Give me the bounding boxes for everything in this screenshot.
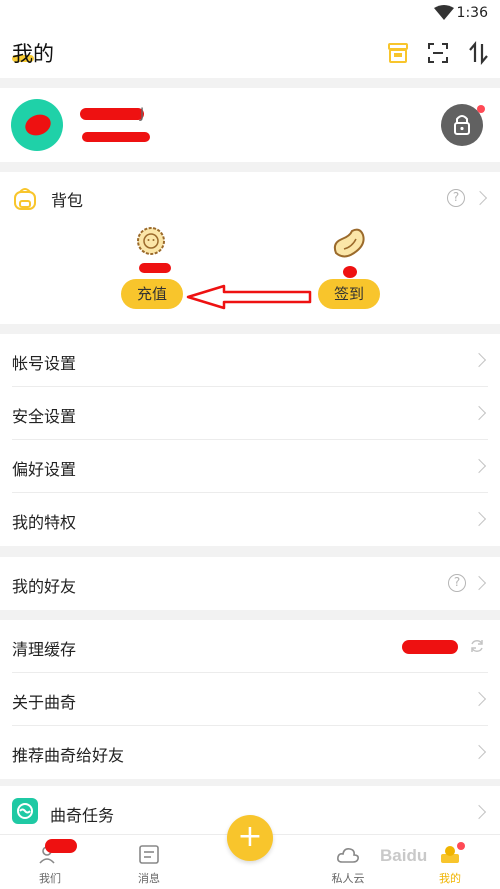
status-bar: 1:36: [0, 0, 500, 28]
backpack-title: 背包: [51, 191, 84, 210]
security-settings-label: 安全设置: [12, 407, 77, 426]
redacted-user-id: [82, 132, 150, 142]
sort-icon[interactable]: [466, 40, 492, 66]
avatar[interactable]: [11, 99, 63, 151]
clear-cache-item[interactable]: 清理缓存: [0, 620, 500, 673]
plus-icon: +: [237, 819, 263, 854]
chevron-right-icon: [471, 405, 487, 421]
chevron-right-icon: [471, 575, 487, 591]
settings-group-app: 清理缓存 关于曲奇 推荐曲奇给好友: [0, 620, 500, 779]
security-settings-item[interactable]: 安全设置: [0, 387, 500, 440]
backpack-card: 背包 ? 充值 签到: [0, 172, 500, 324]
settings-group-account: 帐号设置 安全设置 偏好设置 我的特权: [0, 334, 500, 546]
preference-settings-label: 偏好设置: [12, 460, 77, 479]
refresh-icon: [471, 640, 483, 652]
nav-label: 消息: [138, 872, 160, 885]
username-suffix: J: [140, 106, 145, 122]
nav-label: 我们: [39, 872, 61, 885]
coin-icon: [137, 227, 165, 255]
account-settings-item[interactable]: 帐号设置: [0, 334, 500, 387]
shop-icon[interactable]: [385, 40, 411, 66]
add-button[interactable]: +: [227, 815, 273, 861]
redaction-mark: [45, 839, 77, 853]
recommend-label: 推荐曲奇给好友: [12, 746, 125, 765]
cloud-icon: [337, 848, 359, 863]
notification-dot: [457, 842, 465, 850]
message-icon: [139, 845, 159, 864]
tasks-label: 曲奇任务: [50, 806, 115, 825]
friends-item[interactable]: 我的好友 ?: [0, 557, 500, 610]
profile-card[interactable]: J: [0, 88, 500, 162]
redacted-coin-balance: [139, 263, 171, 273]
nav-tab-messages[interactable]: 消息: [109, 835, 189, 889]
page-title: 我的: [12, 42, 54, 66]
checkin-button[interactable]: 签到: [318, 279, 380, 309]
privileges-item[interactable]: 我的特权: [0, 493, 500, 546]
clear-cache-label: 清理缓存: [12, 640, 77, 659]
recharge-button[interactable]: 充值: [121, 279, 183, 309]
recommend-item[interactable]: 推荐曲奇给好友: [0, 726, 500, 779]
chevron-right-icon[interactable]: [472, 190, 488, 206]
about-label: 关于曲奇: [12, 693, 77, 712]
annotation-arrow: [186, 284, 312, 310]
chevron-right-icon: [471, 804, 487, 820]
settings-group-friends: 我的好友 ?: [0, 557, 500, 610]
notification-dot: [477, 105, 485, 113]
redacted-bean-balance: [343, 266, 357, 278]
task-icon: [12, 798, 38, 824]
preference-settings-item[interactable]: 偏好设置: [0, 440, 500, 493]
help-icon[interactable]: ?: [448, 574, 466, 592]
chevron-right-icon: [471, 511, 487, 527]
chevron-right-icon: [471, 458, 487, 474]
help-icon[interactable]: ?: [447, 189, 465, 207]
redaction-mark: [22, 111, 54, 139]
account-settings-label: 帐号设置: [12, 354, 77, 373]
watermark: Baidu: [380, 846, 428, 865]
friends-label: 我的好友: [12, 577, 77, 596]
about-item[interactable]: 关于曲奇: [0, 673, 500, 726]
bean-icon: [333, 228, 365, 258]
redacted-username: [80, 108, 144, 120]
nav-label: 我的: [439, 872, 461, 885]
redacted-cache-size: [402, 640, 458, 654]
clock: 1:36: [456, 5, 488, 21]
chevron-right-icon: [471, 691, 487, 707]
scan-icon[interactable]: [425, 40, 451, 66]
chevron-right-icon: [471, 744, 487, 760]
nav-tab-cloud[interactable]: 私人云: [308, 835, 388, 889]
backpack-icon: [14, 188, 36, 210]
header: 我的: [0, 28, 500, 78]
chevron-right-icon: [471, 352, 487, 368]
privileges-label: 我的特权: [12, 513, 77, 532]
wifi-icon: [434, 5, 454, 20]
nav-label: 私人云: [331, 872, 365, 885]
